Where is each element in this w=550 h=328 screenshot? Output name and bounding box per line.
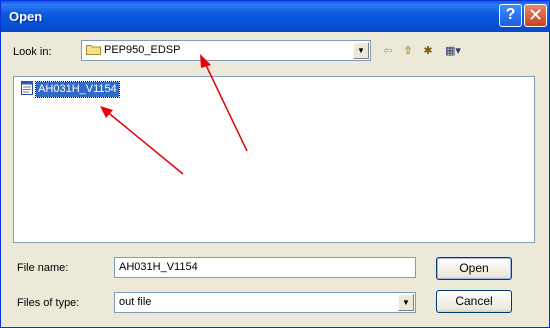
files-of-type-value: out file [119,296,152,308]
title-bar: Open ? ✕ [1,1,549,32]
file-name-value: AH031H_V1154 [119,261,198,273]
list-item[interactable]: AH031H_V1154 [21,81,120,98]
look-in-label: Look in: [13,46,52,58]
back-icon[interactable]: ⇦ [379,43,397,59]
chevron-down-icon[interactable]: ▼ [353,42,369,59]
look-in-value: PEP950_EDSP [104,44,181,56]
help-icon: ? [505,6,516,23]
close-icon: ✕ [527,5,544,25]
up-folder-icon[interactable]: ⇧ [399,43,417,59]
close-button[interactable]: ✕ [524,4,547,27]
chevron-down-icon[interactable]: ▼ [398,294,414,311]
file-list[interactable]: AH031H_V1154 [13,76,535,243]
file-name-label: File name: [17,262,69,274]
open-button[interactable]: Open [436,257,512,280]
new-folder-icon[interactable]: ✱ [419,43,437,59]
window-title: Open [9,9,43,24]
cancel-button[interactable]: Cancel [436,290,512,313]
open-dialog: Open ? ✕ Look in: PEP950_EDSP ▼ ⇦ ⇧ ✱ ▦▾ [0,0,550,328]
view-menu-icon[interactable]: ▦▾ [441,43,465,59]
file-icon [21,81,33,95]
file-name-selected: AH031H_V1154 [35,81,120,98]
look-in-dropdown[interactable]: PEP950_EDSP ▼ [81,40,371,61]
folder-icon [86,45,101,55]
files-of-type-dropdown[interactable]: out file ▼ [114,292,416,313]
help-button[interactable]: ? [499,4,522,27]
file-name-field[interactable]: AH031H_V1154 [114,257,416,278]
files-of-type-label: Files of type: [17,297,80,309]
